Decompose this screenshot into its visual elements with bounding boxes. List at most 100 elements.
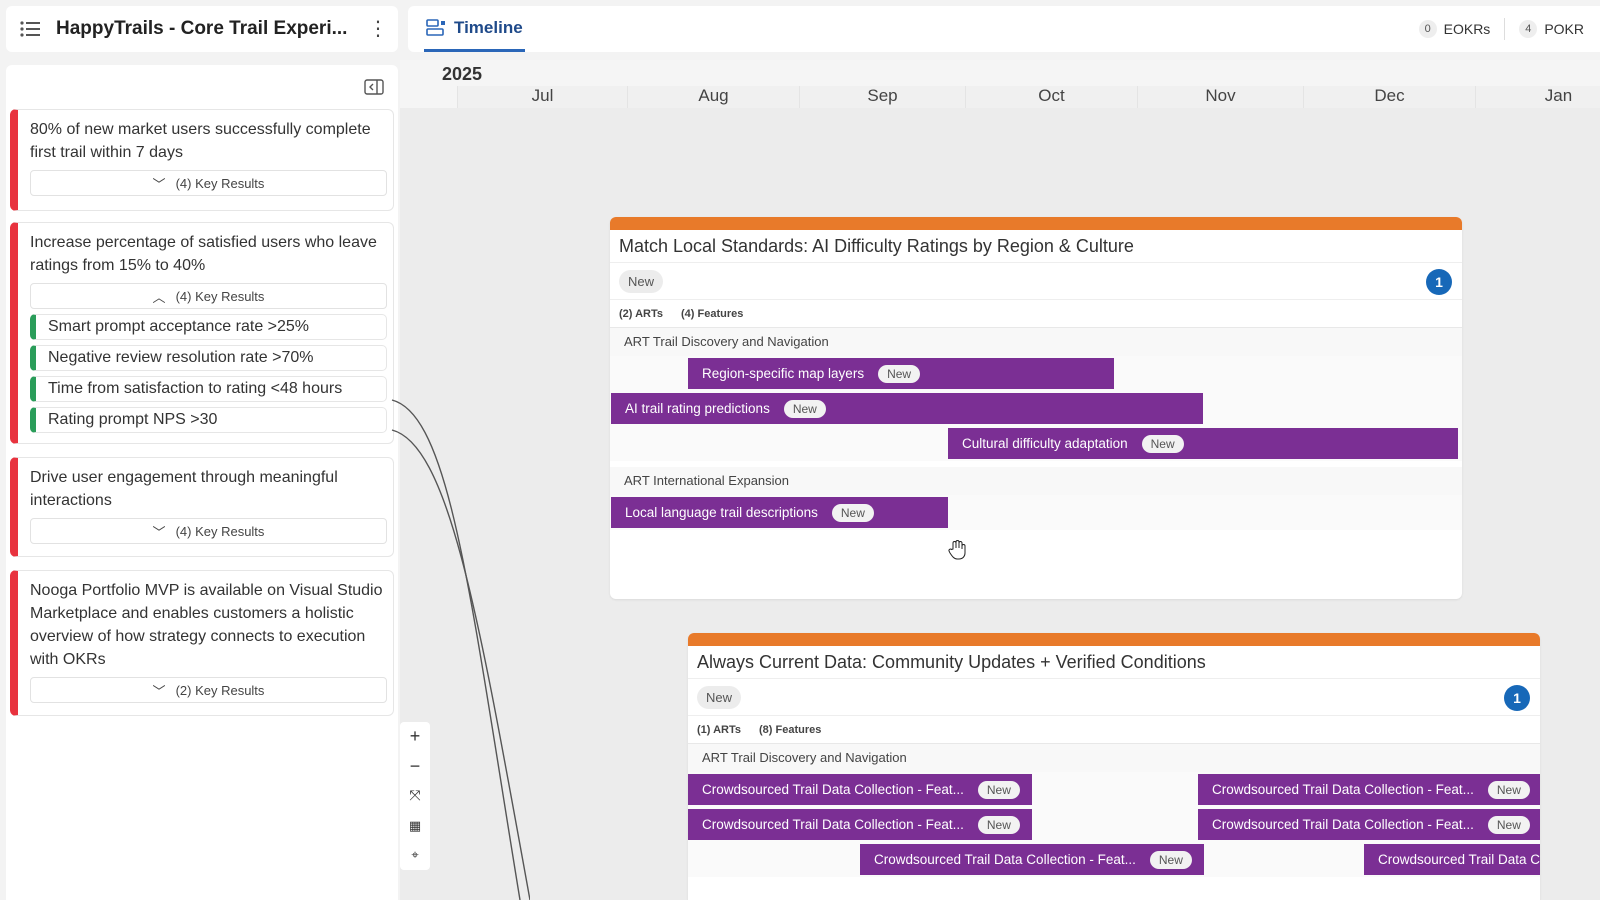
art-label: ART Trail Discovery and Navigation bbox=[610, 328, 1462, 356]
month-label: Nov bbox=[1137, 86, 1303, 108]
pokr-counter[interactable]: 4 POKR bbox=[1519, 20, 1584, 38]
minus-icon[interactable]: − bbox=[400, 752, 430, 782]
okr-panel: 80% of new market users successfully com… bbox=[6, 65, 398, 900]
feature-name: Crowdsourced Trail Data Collection - Fea… bbox=[1212, 817, 1474, 832]
feature-bar[interactable]: Crowdsourced Trail Data Collection - Fea… bbox=[1198, 809, 1540, 840]
feature-name: Crowdsourced Trail Data Collection - Fea… bbox=[702, 782, 964, 797]
features-count: (4) Features bbox=[681, 307, 744, 320]
key-results-label: (4) Key Results bbox=[175, 175, 265, 191]
okr-card[interactable]: 80% of new market users successfully com… bbox=[10, 109, 394, 211]
feature-name: Cultural difficulty adaptation bbox=[962, 436, 1128, 451]
feature-name: Crowdsourced Trail Data Collec bbox=[1378, 852, 1540, 867]
okr-card[interactable]: Drive user engagement through meaningful… bbox=[10, 457, 394, 557]
feature-lane: Crowdsourced Trail Data Collection - Fea… bbox=[688, 807, 1540, 842]
month-label: Dec bbox=[1303, 86, 1475, 108]
status-badge: New bbox=[977, 780, 1020, 799]
feature-bar[interactable]: Crowdsourced Trail Data Collection - Fea… bbox=[688, 774, 1032, 805]
feature-bar[interactable]: Crowdsourced Trail Data Collection - Fea… bbox=[688, 809, 1032, 840]
fit-icon[interactable]: ⤧ bbox=[400, 781, 430, 811]
epic-color-bar bbox=[688, 633, 1540, 646]
feature-name: Region-specific map layers bbox=[702, 366, 865, 381]
feature-bar[interactable]: Local language trail descriptions New bbox=[611, 497, 948, 528]
feature-lane: Region-specific map layers New bbox=[610, 356, 1462, 391]
key-result-item[interactable]: Rating prompt NPS >30 bbox=[30, 407, 387, 433]
feature-lane: Local language trail descriptions New bbox=[610, 495, 1462, 530]
status-badge: New bbox=[878, 364, 921, 383]
key-results-toggle[interactable]: ﹀ (4) Key Results bbox=[30, 518, 387, 544]
list-icon[interactable] bbox=[20, 20, 40, 38]
month-label: Jul bbox=[457, 86, 627, 108]
key-result-item[interactable]: Time from satisfaction to rating <48 hou… bbox=[30, 376, 387, 402]
okr-counters: 0 EOKRs 4 POKR bbox=[1418, 18, 1584, 40]
eokr-counter[interactable]: 0 EOKRs bbox=[1418, 20, 1491, 38]
feature-bar[interactable]: Region-specific map layers New bbox=[688, 358, 1114, 389]
feature-bar[interactable]: AI trail rating predictions New bbox=[611, 393, 1203, 424]
key-results-toggle[interactable]: ﹀ (4) Key Results bbox=[30, 170, 387, 196]
status-badge: New bbox=[619, 269, 664, 293]
key-results-toggle[interactable]: ︿ (4) Key Results bbox=[30, 283, 387, 309]
status-badge: New bbox=[1487, 815, 1530, 834]
okr-card[interactable]: Increase percentage of satisfied users w… bbox=[10, 222, 394, 444]
key-results-label: (4) Key Results bbox=[175, 288, 265, 304]
feature-lane: Cultural difficulty adaptation New bbox=[610, 426, 1462, 461]
key-result-item[interactable]: Negative review resolution rate >70% bbox=[30, 345, 387, 371]
okr-title: Nooga Portfolio MVP is available on Visu… bbox=[30, 582, 383, 668]
epic-color-bar bbox=[610, 217, 1462, 230]
chevron-down-icon: ﹀ bbox=[152, 683, 166, 699]
eokr-label: EOKRs bbox=[1443, 21, 1491, 37]
epic-title: Always Current Data: Community Updates +… bbox=[697, 652, 1206, 672]
feature-name: Crowdsourced Trail Data Collection - Fea… bbox=[702, 817, 964, 832]
locate-icon[interactable]: ⌖ bbox=[400, 840, 430, 870]
hand-cursor-icon bbox=[948, 540, 966, 560]
status-badge: New bbox=[1141, 434, 1184, 453]
timeline-header: 2025 Jul Aug Sep Oct Nov Dec Jan bbox=[400, 60, 1600, 108]
feature-lane: AI trail rating predictions New bbox=[610, 391, 1462, 426]
month-label: Sep bbox=[799, 86, 965, 108]
timeline-icon bbox=[426, 18, 445, 36]
pokr-count: 4 bbox=[1519, 20, 1538, 38]
status-badge: New bbox=[1149, 850, 1192, 869]
month-label: Jan bbox=[1475, 86, 1600, 108]
epic-card[interactable]: Match Local Standards: AI Difficulty Rat… bbox=[610, 217, 1462, 599]
feature-lane: Crowdsourced Trail Data Collection - Fea… bbox=[688, 842, 1540, 877]
feature-name: Crowdsourced Trail Data Collection - Fea… bbox=[874, 852, 1136, 867]
features-count: (8) Features bbox=[759, 723, 822, 736]
art-label: ART Trail Discovery and Navigation bbox=[688, 744, 1540, 772]
count-badge[interactable]: 1 bbox=[1426, 269, 1452, 295]
more-options-icon[interactable]: ⋮ bbox=[368, 19, 388, 39]
chevron-up-icon: ︿ bbox=[152, 289, 166, 305]
status-badge: New bbox=[697, 685, 742, 709]
divider bbox=[1504, 18, 1506, 40]
chevron-down-icon: ﹀ bbox=[152, 176, 166, 192]
okr-title: Drive user engagement through meaningful… bbox=[30, 469, 338, 509]
timeline-canvas[interactable]: 2025 Jul Aug Sep Oct Nov Dec Jan Match L… bbox=[400, 60, 1600, 900]
plus-icon[interactable]: + bbox=[400, 722, 430, 752]
feature-bar[interactable]: Crowdsourced Trail Data Collec bbox=[1364, 844, 1540, 875]
month-label: Oct bbox=[965, 86, 1137, 108]
epic-status-row: New 1 bbox=[688, 678, 1540, 716]
status-badge: New bbox=[977, 815, 1020, 834]
key-results-label: (4) Key Results bbox=[175, 523, 265, 539]
eokr-count: 0 bbox=[1418, 20, 1437, 38]
okr-title: 80% of new market users successfully com… bbox=[30, 121, 371, 161]
month-label: Aug bbox=[627, 86, 799, 108]
epic-card[interactable]: Always Current Data: Community Updates +… bbox=[688, 633, 1540, 900]
pokr-label: POKR bbox=[1544, 21, 1584, 37]
feature-bar[interactable]: Crowdsourced Trail Data Collection - Fea… bbox=[860, 844, 1204, 875]
epic-title: Match Local Standards: AI Difficulty Rat… bbox=[619, 236, 1134, 256]
key-results-toggle[interactable]: ﹀ (2) Key Results bbox=[30, 677, 387, 703]
count-badge[interactable]: 1 bbox=[1504, 685, 1530, 711]
feature-bar[interactable]: Crowdsourced Trail Data Collection - Fea… bbox=[1198, 774, 1540, 805]
epic-counts: (1) ARTs (8) Features bbox=[688, 716, 1540, 744]
feature-name: AI trail rating predictions bbox=[625, 401, 770, 416]
tab-timeline[interactable]: Timeline bbox=[424, 6, 525, 52]
feature-bar[interactable]: Cultural difficulty adaptation New bbox=[948, 428, 1458, 459]
key-result-item[interactable]: Smart prompt acceptance rate >25% bbox=[30, 314, 387, 340]
zoom-controls: + − ⤧ ▦ ⌖ bbox=[400, 722, 430, 870]
okr-card[interactable]: Nooga Portfolio MVP is available on Visu… bbox=[10, 570, 394, 716]
okr-title: Increase percentage of satisfied users w… bbox=[30, 234, 377, 274]
art-label: ART International Expansion bbox=[610, 467, 1462, 495]
collapse-panel-icon[interactable] bbox=[364, 79, 384, 95]
grid-icon[interactable]: ▦ bbox=[400, 811, 430, 841]
tab-timeline-label: Timeline bbox=[454, 17, 523, 37]
